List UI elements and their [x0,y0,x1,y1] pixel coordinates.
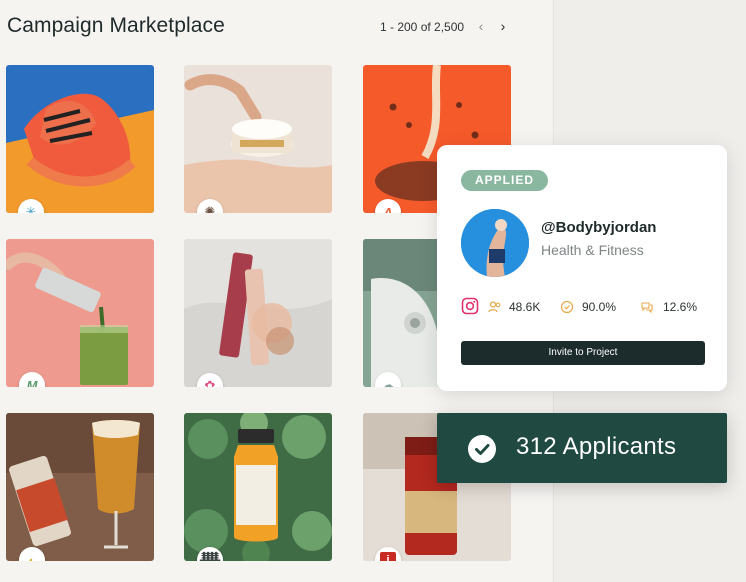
campaign-tile-juice-bottle[interactable]: ᚙ [184,413,332,561]
applicants-banner[interactable]: 312 Applicants [437,413,727,483]
instagram-icon [461,297,479,315]
skincare-image [184,65,332,213]
beer-image [6,413,154,561]
approval-rate: 90.0% [582,300,617,314]
campaign-tile-sneakers[interactable]: ✳ [6,65,154,213]
lipstick-image [184,239,332,387]
creator-niche: Health & Fitness [541,242,644,258]
chat-bubble-icon [641,302,653,314]
campaign-tile-lipstick[interactable]: ✿ [184,239,332,387]
juice-bottle-image [184,413,332,561]
invite-to-project-button[interactable]: Invite to Project [461,341,705,365]
applicants-count: 312 Applicants [516,433,677,460]
chevron-right-icon[interactable]: › [496,17,510,35]
avatar[interactable] [461,209,529,277]
chevron-left-icon[interactable]: ‹ [474,17,488,35]
status-badge: APPLIED [461,170,549,191]
followers-icon [488,301,501,313]
green-juice-image [6,239,154,387]
pagination-range: 1 - 200 of 2,500 [380,20,465,34]
check-icon [468,435,496,463]
campaign-tile-skincare[interactable]: ✺ [184,65,332,213]
campaign-tile-beer[interactable]: ◐ [6,413,154,561]
engagement-rate: 12.6% [663,300,698,314]
campaign-tile-green-juice[interactable]: M [6,239,154,387]
creator-handle[interactable]: @Bodybyjordan [541,219,656,236]
followers-count: 48.6K [509,300,541,314]
creator-card: APPLIED @Bodybyjordan Health & Fitness 4… [437,145,727,391]
page-title: Campaign Marketplace [7,14,225,37]
check-circle-icon [560,300,574,314]
sneakers-image [6,65,154,213]
